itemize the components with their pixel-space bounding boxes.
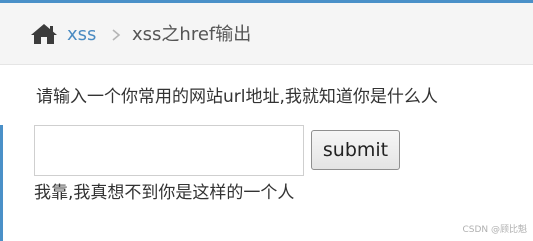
prompt-text: 请输入一个你常用的网站url地址,我就知道你是什么人 — [36, 87, 438, 107]
chevron-right-icon — [112, 29, 121, 41]
url-input[interactable] — [34, 125, 304, 176]
breadcrumb-current: xss之href输出 — [132, 24, 252, 45]
breadcrumb-link-xss[interactable]: xss — [67, 23, 96, 47]
left-accent-bar — [0, 125, 3, 241]
breadcrumb: xss xss之href输出 — [0, 3, 533, 65]
watermark: CSDN @顾比魁 — [462, 225, 527, 235]
result-text: 我靠,我真想不到你是这样的一个人 — [34, 183, 295, 203]
home-icon[interactable] — [30, 23, 58, 45]
submit-button[interactable]: submit — [311, 130, 400, 170]
